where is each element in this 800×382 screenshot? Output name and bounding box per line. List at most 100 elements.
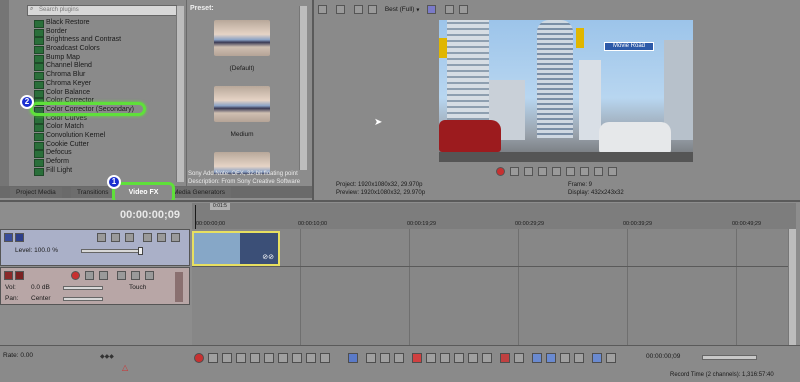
plugin-item[interactable]: Color Balance (32, 89, 172, 98)
plugin-item[interactable]: Defocus (32, 149, 172, 158)
expand-icon[interactable] (15, 233, 24, 242)
next-frame-icon[interactable] (593, 167, 603, 176)
monitor-icon[interactable] (335, 5, 345, 14)
composite-mode-icon[interactable] (125, 233, 134, 242)
level-slider[interactable] (81, 247, 143, 255)
prev-frame-icon[interactable] (579, 167, 589, 176)
event-pan-crop-icon[interactable] (592, 353, 602, 363)
plugin-item[interactable]: Channel Blend (32, 62, 172, 72)
copy-snapshot-icon[interactable] (445, 5, 455, 14)
split-icon[interactable] (468, 353, 478, 363)
event-fx-icon[interactable]: ⊘⊘ (262, 253, 274, 261)
tab-project-media[interactable]: Project Media (10, 187, 62, 198)
plugin-item[interactable]: Brightness and Contrast (32, 36, 172, 46)
lock-icon[interactable] (145, 271, 154, 280)
end-icon[interactable] (607, 167, 617, 176)
plugin-item[interactable]: Bump Map (32, 54, 172, 63)
quality-dropdown[interactable]: Best (Full) (385, 6, 415, 13)
record-icon[interactable] (496, 167, 505, 176)
next-frame-icon[interactable] (320, 353, 330, 363)
trim-icon[interactable] (426, 353, 436, 363)
play-icon[interactable] (523, 167, 533, 176)
solo-icon[interactable] (131, 271, 140, 280)
vol-value: 0.0 dB (31, 284, 50, 291)
normal-edit-tool-icon[interactable] (348, 353, 358, 363)
trim-end-icon[interactable] (454, 353, 464, 363)
plugin-item[interactable]: Color Match (32, 123, 172, 132)
touch-dropdown[interactable]: Touch (129, 284, 146, 291)
fx-icon[interactable] (606, 353, 616, 363)
timeline-vscroll[interactable] (788, 229, 796, 345)
grouping-icon[interactable] (574, 353, 584, 363)
region-icon[interactable] (514, 353, 524, 363)
plugin-item[interactable]: Black Restore (32, 19, 172, 28)
marker-icon[interactable] (500, 353, 510, 363)
expand-icon[interactable] (15, 271, 24, 280)
play-icon[interactable] (236, 353, 246, 363)
plugin-item[interactable]: Border (32, 28, 172, 37)
snapping-icon[interactable] (546, 353, 556, 363)
preset-medium[interactable]: Medium (186, 86, 298, 146)
save-snapshot-icon[interactable] (459, 5, 469, 14)
preset-default[interactable]: (Default) (186, 20, 298, 80)
record-icon[interactable] (194, 353, 204, 363)
track-fx-icon[interactable] (85, 271, 94, 280)
go-start-icon[interactable] (278, 353, 288, 363)
plugin-item[interactable]: Chroma Keyer (32, 80, 172, 89)
plugin-item[interactable]: Deform (32, 158, 172, 167)
plugin-item[interactable]: Cookie Cutter (32, 141, 172, 150)
track-fx-icon[interactable] (111, 233, 120, 242)
trim-start-icon[interactable] (440, 353, 450, 363)
track-motion-icon[interactable] (97, 233, 106, 242)
tab-media-generators[interactable]: Media Generators (167, 187, 232, 198)
overlay-icon[interactable] (367, 5, 377, 14)
properties-icon[interactable] (318, 5, 327, 14)
zoom-tool-icon[interactable] (394, 353, 404, 363)
video-event-clip[interactable]: ⊘⊘ (192, 231, 280, 266)
audio-settings-icon[interactable] (99, 271, 108, 280)
plugin-item[interactable]: Fill Light (32, 167, 172, 176)
split-view-icon[interactable] (353, 5, 363, 14)
auto-ripple-icon[interactable] (532, 353, 542, 363)
pause-icon[interactable] (250, 353, 260, 363)
plugin-item[interactable]: Chroma Blur (32, 71, 172, 80)
marker-flag[interactable]: 0:01:5 (210, 203, 230, 210)
prev-frame-icon[interactable] (306, 353, 316, 363)
road (439, 152, 693, 162)
stop-icon[interactable] (264, 353, 274, 363)
play-from-start-icon[interactable] (222, 353, 232, 363)
solo-icon[interactable] (157, 233, 166, 242)
color-corrector-highlight (30, 102, 146, 116)
video-preview: Movie Road (439, 20, 693, 162)
slider-handle[interactable] (138, 247, 143, 255)
pan-slider[interactable] (63, 297, 103, 301)
play-from-start-icon[interactable] (537, 167, 547, 176)
zoom-slider[interactable] (702, 355, 757, 360)
building (447, 20, 489, 130)
lock-envelopes-icon[interactable] (482, 353, 492, 363)
plugin-item[interactable]: Broadcast Colors (32, 45, 172, 54)
arm-record-icon[interactable] (71, 271, 80, 280)
volume-slider[interactable] (63, 286, 103, 290)
loop-icon[interactable] (509, 167, 519, 176)
selection-tool-icon[interactable] (380, 353, 390, 363)
rate-slider[interactable]: ◆◆◆ (100, 353, 130, 360)
tab-transitions[interactable]: Transitions (71, 187, 115, 198)
lock-icon[interactable] (171, 233, 180, 242)
go-end-icon[interactable] (292, 353, 302, 363)
search-box[interactable]: ⌕ Search plugins (27, 5, 177, 16)
plugin-list-scrollbar[interactable] (176, 6, 184, 182)
plugin-item[interactable]: Convolution Kernel (32, 132, 172, 141)
crossfade-icon[interactable] (560, 353, 570, 363)
envelope-tool-icon[interactable] (366, 353, 376, 363)
loop-icon[interactable] (208, 353, 218, 363)
traffic-light-icon (576, 28, 584, 48)
mute-icon[interactable] (143, 233, 152, 242)
white-car (599, 122, 671, 154)
grid-icon[interactable] (427, 5, 437, 14)
pause-icon[interactable] (551, 167, 561, 176)
preset-scrollbar[interactable] (299, 6, 307, 170)
stop-icon[interactable] (565, 167, 575, 176)
delete-icon[interactable] (412, 353, 422, 363)
mute-icon[interactable] (117, 271, 126, 280)
